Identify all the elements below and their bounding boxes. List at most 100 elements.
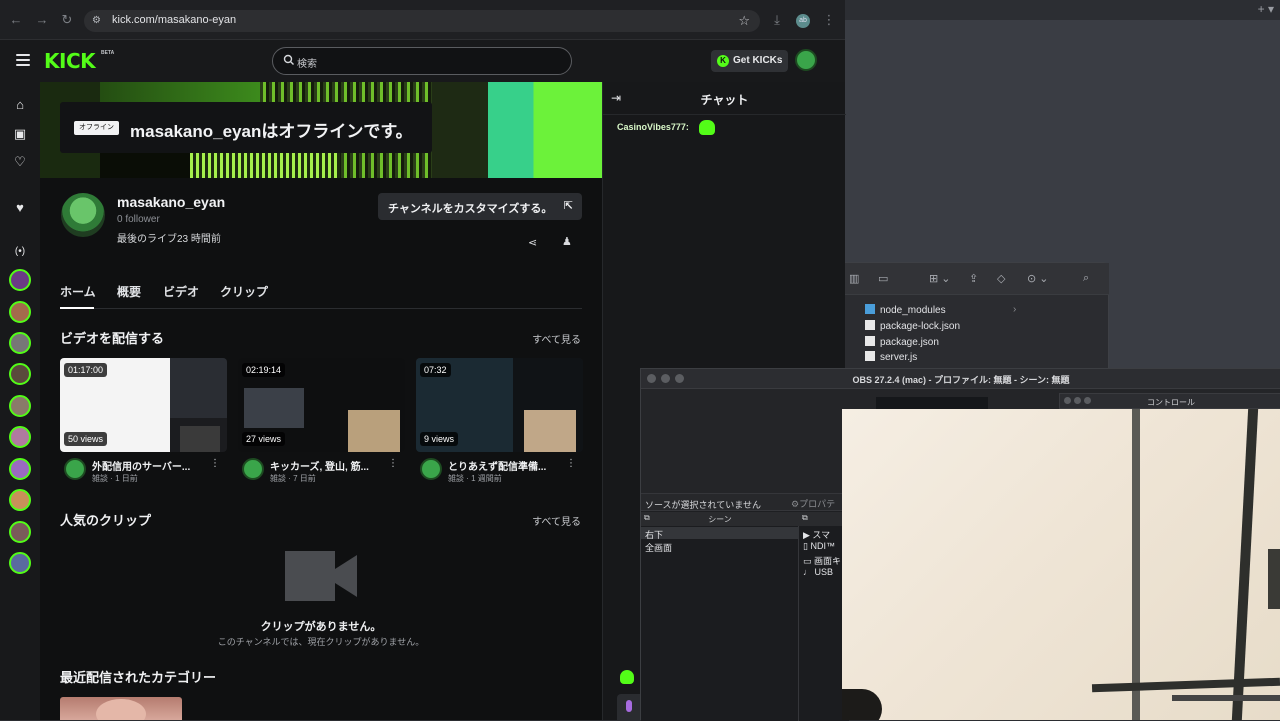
category-thumbnail[interactable] [60, 697, 182, 720]
file-icon [865, 336, 875, 346]
followed-channel-avatar[interactable] [9, 269, 31, 291]
chat-input[interactable] [617, 694, 641, 720]
tab-clips[interactable]: クリップ [220, 283, 268, 300]
clips-see-all-link[interactable]: すべて見る [532, 513, 581, 528]
file-icon [865, 320, 875, 330]
video-title[interactable]: 外配信用のサーバー... [92, 458, 202, 473]
bookmark-star-icon[interactable]: ☆ [738, 13, 750, 29]
group-icon[interactable]: ⊞ ⌄ [929, 272, 951, 285]
customize-label: チャンネルをカスタマイズする。 [388, 203, 553, 215]
video-title[interactable]: キッカーズ, 登山, 筋... [270, 458, 380, 473]
followed-channel-avatar[interactable] [9, 332, 31, 354]
finder-item[interactable]: package.json [865, 336, 939, 348]
followed-channel-avatar[interactable] [9, 395, 31, 417]
back-icon[interactable]: ← [8, 12, 24, 28]
channel-avatar[interactable] [61, 193, 105, 237]
video-thumbnail[interactable]: 01:17:00 50 views [60, 358, 227, 452]
tab-videos[interactable]: ビデオ [163, 283, 199, 300]
share-icon[interactable]: ⇪ [969, 272, 978, 285]
source-item[interactable]: ▯ NDI™ [803, 541, 835, 552]
share-icon[interactable]: ⋖ [528, 236, 537, 249]
followed-channel-avatar[interactable] [9, 363, 31, 385]
offline-message: masakano_eyanはオフラインです。 [130, 122, 413, 141]
search-icon [283, 54, 294, 65]
finder-item[interactable]: package-lock.json [865, 320, 960, 332]
video-views: 9 views [420, 432, 459, 446]
video-channel-avatar[interactable] [420, 458, 442, 480]
tab-home[interactable]: ホーム [60, 283, 96, 300]
video-thumbnail[interactable]: 02:19:14 27 views [238, 358, 405, 452]
video-card[interactable]: 07:32 9 views とりあえず配信準備... 雑談 · 1 週間前 ⋮ [416, 358, 583, 483]
address-bar[interactable]: ⚙ kick.com/masakano-eyan ☆ [84, 10, 760, 32]
tag-icon[interactable]: ◇ [997, 272, 1005, 285]
more-options-icon[interactable]: ⋮ [388, 458, 398, 469]
emote-picker-icon[interactable] [620, 670, 634, 684]
scene-item[interactable]: 全画面 [645, 541, 672, 554]
video-meta: 雑談 · 1 日前 [92, 474, 138, 483]
live-broadcast-icon[interactable]: (•) [12, 244, 28, 260]
source-item[interactable]: ♩ USB [803, 567, 833, 577]
follow-user-icon[interactable]: ♟ [562, 235, 572, 248]
source-item[interactable]: ▭ 画面キ [803, 554, 841, 567]
user-avatar[interactable] [795, 49, 817, 71]
more-options-icon[interactable]: ⋮ [210, 458, 220, 469]
finder-item-label: package-lock.json [880, 321, 961, 332]
followed-channel-avatar[interactable] [9, 489, 31, 511]
finder-item[interactable]: server.js [865, 351, 917, 363]
videos-see-all-link[interactable]: すべて見る [532, 331, 581, 346]
monitor-icon: ▭ [803, 556, 815, 566]
folder-icon [865, 304, 875, 314]
forward-icon[interactable]: → [34, 12, 50, 28]
favorites-heart-icon[interactable]: ♥ [12, 200, 28, 216]
categories-section-title: 最近配信されたカテゴリー [60, 670, 217, 685]
scene-item[interactable]: 右下 [645, 528, 663, 541]
followed-channel-avatar[interactable] [9, 301, 31, 323]
offline-notice: オフライン masakano_eyanはオフラインです。 [60, 102, 432, 153]
video-thumbnail[interactable]: 07:32 9 views [416, 358, 583, 452]
gallery-view-icon[interactable]: ▭ [878, 272, 888, 285]
reload-icon[interactable]: ↻ [59, 12, 75, 28]
source-label: NDI™ [810, 541, 835, 551]
followed-channel-avatar[interactable] [9, 426, 31, 448]
browse-icon[interactable]: ▣ [12, 126, 28, 142]
finder-item[interactable]: node_modules › [865, 304, 1016, 316]
properties-button[interactable]: ⚙プロパテ [791, 497, 835, 510]
get-kicks-button[interactable]: K Get KICKs [711, 50, 788, 72]
following-heart-icon[interactable]: ♡ [12, 154, 28, 170]
home-icon[interactable]: ⌂ [12, 97, 28, 113]
more-actions-icon[interactable]: ⊙ ⌄ [1027, 272, 1049, 285]
obs-titlebar: OBS 27.2.4 (mac) - プロファイル: 無題 - シーン: 無題 [641, 369, 1280, 389]
followed-channel-avatar[interactable] [9, 552, 31, 574]
play-icon: ▶ [803, 530, 813, 540]
tab-about[interactable]: 概要 [117, 283, 141, 300]
followed-channel-avatar[interactable] [9, 458, 31, 480]
hamburger-menu-icon[interactable] [16, 54, 30, 66]
source-item[interactable]: ▶ スマ [803, 528, 830, 541]
clips-empty-subtitle: このチャンネルでは、現在クリップがありません。 [217, 637, 425, 647]
search-icon[interactable]: ⌕ [1083, 272, 1089, 285]
video-card[interactable]: 02:19:14 27 views キッカーズ, 登山, 筋... 雑談 · 7… [238, 358, 405, 483]
video-card[interactable]: 01:17:00 50 views 外配信用のサーバー... 雑談 · 1 日前… [60, 358, 227, 483]
search-input[interactable]: 検索 [272, 47, 572, 75]
profile-avatar[interactable]: ab [796, 14, 810, 28]
video-channel-avatar[interactable] [64, 458, 86, 480]
sidebar-toggle-icon[interactable]: ▥ [849, 272, 859, 285]
scenes-header: ⧉ シーン [641, 512, 799, 526]
video-channel-avatar[interactable] [242, 458, 264, 480]
chat-username[interactable]: CasinoVibes777: [617, 122, 689, 132]
more-options-icon[interactable]: ⋮ [566, 458, 576, 469]
chevron-right-icon: › [1013, 304, 1017, 315]
obs-controls-dock: コントロール [1059, 393, 1280, 409]
customize-channel-button[interactable]: チャンネルをカスタマイズする。 ⇱ [378, 193, 582, 220]
menu-kebab-icon[interactable]: ⋮ [821, 12, 837, 28]
video-title[interactable]: とりあえず配信準備... [448, 458, 558, 473]
follower-count: 0 follower [117, 214, 160, 225]
dock-float-icon[interactable]: ⧉ [802, 513, 808, 523]
chat-title: チャット [700, 93, 749, 107]
channel-name: masakano_eyan [117, 194, 226, 210]
site-info-icon[interactable]: ⚙ [92, 14, 106, 28]
new-tab-icon[interactable]: + ▾ [1258, 2, 1274, 16]
followed-channel-avatar[interactable] [9, 521, 31, 543]
kick-logo[interactable]: KICK [44, 49, 96, 73]
download-icon[interactable]: ⤓ [769, 12, 785, 28]
